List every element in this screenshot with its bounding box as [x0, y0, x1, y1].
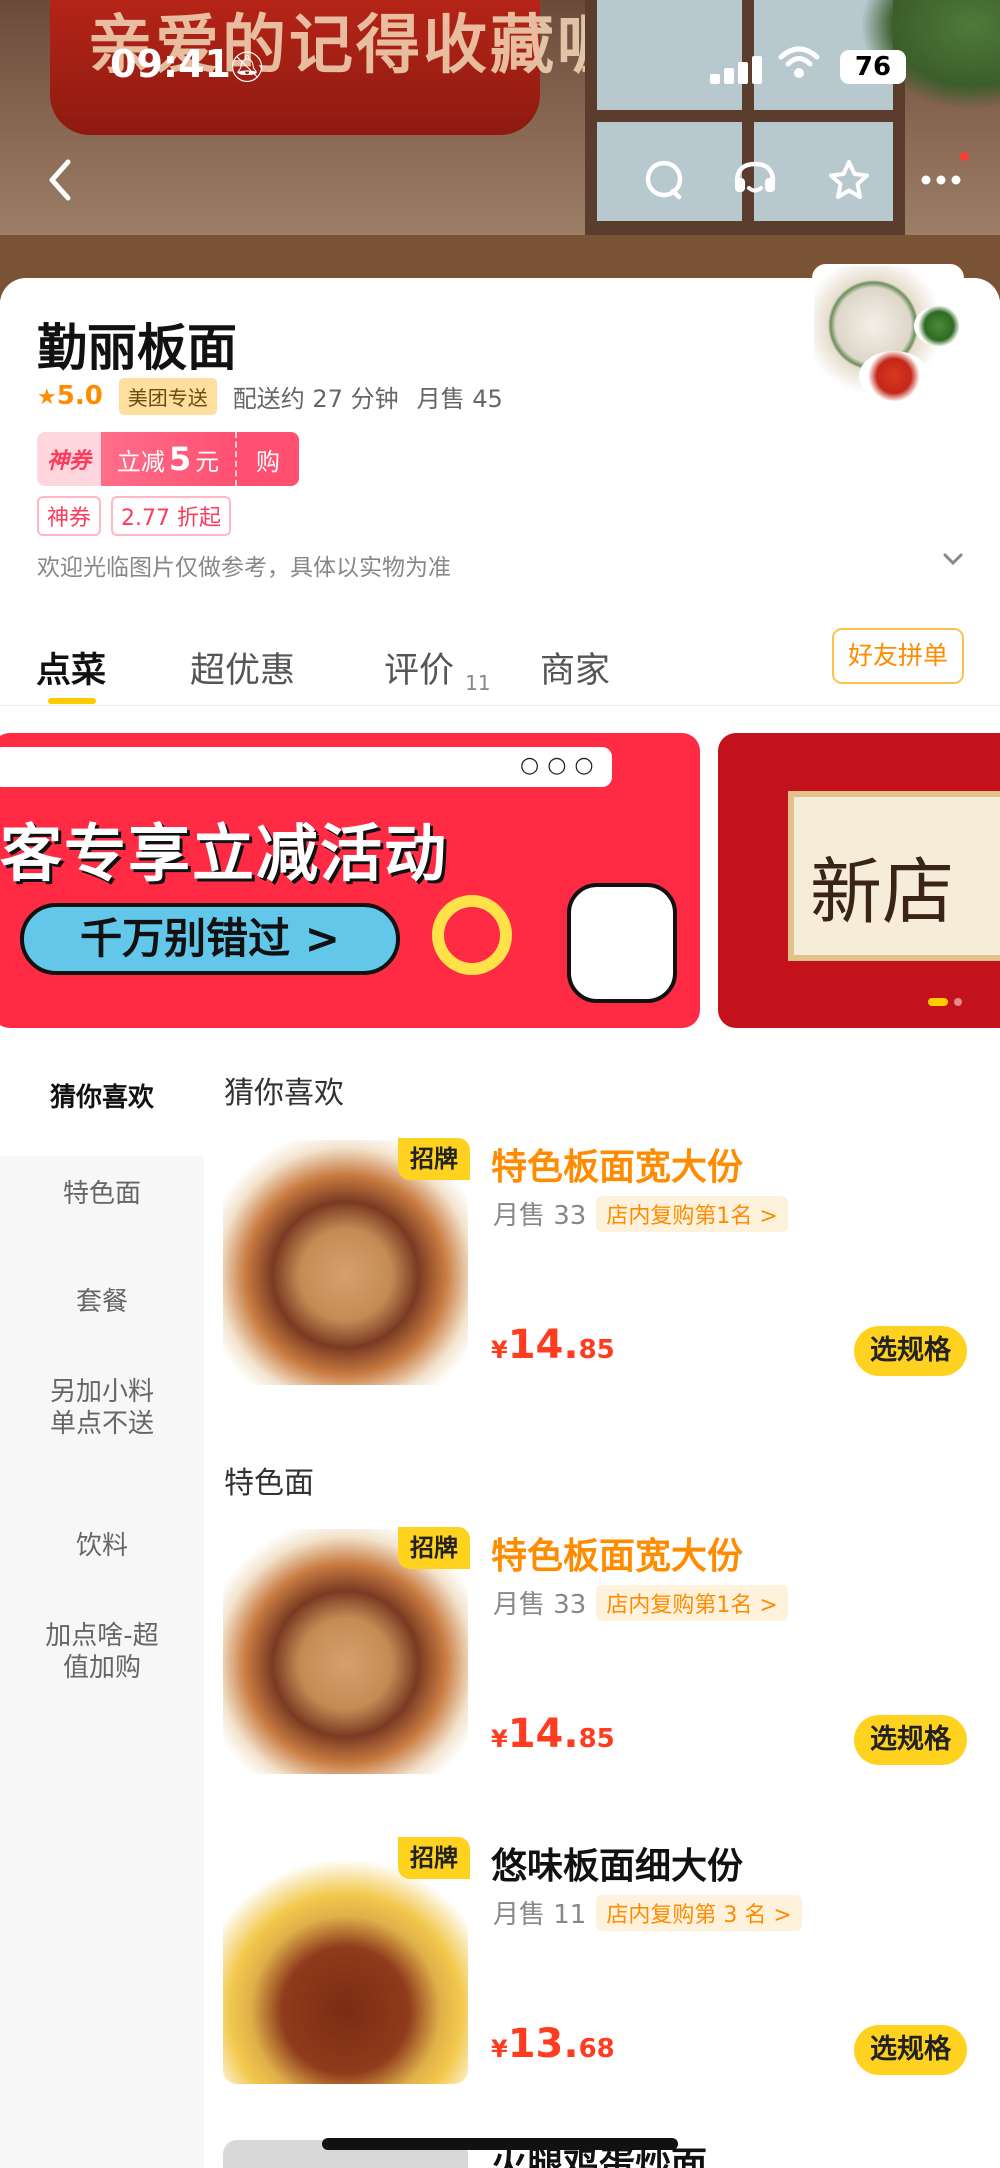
rating-value: 5.0 — [56, 381, 103, 411]
store-thumbnail[interactable] — [812, 264, 964, 416]
dish-card[interactable]: 招牌 特色板面宽大份 月售 33 店内复购第1名 > ¥14.85 选规格 — [223, 1138, 983, 1385]
promo-banner-new-store[interactable]: 新店 — [718, 733, 1000, 1028]
category-sidebar: 猜你喜欢 特色面 套餐 另加小料 单点不送 饮料 加点啥-超 值加购 — [0, 1058, 204, 2168]
star-icon: ★ — [37, 385, 57, 410]
sidebar-item-combos[interactable]: 套餐 — [0, 1264, 204, 1370]
carousel-indicator-active — [928, 998, 948, 1006]
sidebar-item-special-noodles[interactable]: 特色面 — [0, 1156, 204, 1264]
signature-badge: 招牌 — [398, 1837, 470, 1879]
signature-badge: 招牌 — [398, 1527, 470, 1569]
signal-icon — [710, 54, 764, 84]
dish-sales: 月售 33 店内复购第1名 > — [493, 1195, 788, 1232]
status-bar: 09:41 🔕︎ 76 — [0, 0, 1000, 135]
promo-button[interactable]: 千万别错过 > — [20, 903, 400, 975]
price-currency: ¥ — [491, 1725, 508, 1753]
customer-service-icon[interactable] — [728, 150, 782, 210]
dish-name: 特色板面宽大份 — [491, 1147, 744, 1188]
coupon-label: 神券 — [37, 432, 101, 486]
delivery-tag: 美团专送 — [118, 377, 217, 415]
coupon-buy-button[interactable]: 购 — [235, 432, 299, 486]
promo-window-dots: ○○○ — [520, 753, 602, 778]
tab-reviews-label: 评价 — [384, 651, 455, 691]
dish-price: ¥13.68 — [491, 2021, 615, 2067]
select-spec-button[interactable]: 选规格 — [854, 2025, 967, 2075]
tab-order[interactable]: 点菜 — [36, 636, 106, 706]
price-currency: ¥ — [491, 2035, 508, 2063]
dish-sold-count: 月售 33 — [493, 1201, 587, 1231]
price-integer: 14. — [507, 1322, 579, 1368]
carousel-indicator — [954, 998, 962, 1006]
store-rating: ★5.0 — [37, 381, 103, 411]
section-title: 猜你喜欢 — [224, 1076, 344, 1111]
dish-name: 悠味板面细大份 — [491, 1846, 744, 1887]
promo-title: 新店 — [810, 850, 955, 934]
more-icon[interactable] — [916, 150, 966, 210]
notification-dot — [960, 152, 969, 161]
search-icon[interactable] — [640, 150, 690, 210]
store-meta: ★5.0 美团专送 配送约 27 分钟 月售 45 — [37, 377, 521, 415]
price-decimal: 68 — [578, 2034, 615, 2064]
select-spec-button[interactable]: 选规格 — [854, 1715, 967, 1765]
back-icon[interactable] — [40, 150, 80, 210]
price-currency: ¥ — [491, 1336, 508, 1364]
hand-icon — [567, 883, 677, 1003]
status-time: 09:41 — [110, 42, 231, 86]
sidebar-item-extras[interactable]: 另加小料 单点不送 — [0, 1370, 204, 1502]
coupon-value: 5 — [168, 440, 192, 478]
delivery-time: 配送约 27 分钟 — [232, 384, 399, 413]
select-spec-button[interactable]: 选规格 — [854, 1326, 967, 1376]
favorite-star-icon[interactable] — [824, 150, 874, 210]
coupon-unit: 元 — [195, 447, 220, 476]
dish-sold-count: 月售 33 — [493, 1590, 587, 1620]
tab-underline — [48, 698, 96, 704]
store-notice: 欢迎光临图片仅做参考，具体以实物为准 — [37, 555, 451, 581]
store-page: 亲爱的记得收藏喔 09:41 🔕︎ 76 勤丽板面 ★5.0 美团专送 配送约 … — [0, 0, 1000, 2168]
silent-bell-icon: 🔕︎ — [228, 50, 267, 85]
price-decimal: 85 — [578, 1724, 615, 1754]
price-decimal: 85 — [578, 1335, 615, 1365]
dish-card[interactable]: 招牌 悠味板面细大份 月售 11 店内复购第 3 名 > ¥13.68 选规格 — [223, 1837, 983, 2084]
sidebar-item-recommended[interactable]: 猜你喜欢 — [0, 1058, 204, 1156]
dish-sales: 月售 11 店内复购第 3 名 > — [493, 1894, 802, 1931]
store-name: 勤丽板面 — [37, 319, 237, 377]
promo-tag: 2.77 折起 — [111, 496, 231, 536]
promo-tags: 神券 2.77 折起 — [37, 496, 231, 536]
coupon-amount: 立减 5 元 — [101, 432, 235, 486]
wifi-icon — [778, 44, 820, 90]
section-title: 特色面 — [224, 1466, 314, 1501]
dish-sold-count: 月售 11 — [493, 1900, 587, 1930]
repurchase-rank[interactable]: 店内复购第 3 名 > — [596, 1894, 802, 1931]
thumbnail-bowl — [914, 306, 962, 346]
home-indicator[interactable] — [322, 2138, 678, 2150]
tab-merchant[interactable]: 商家 — [540, 636, 610, 706]
friend-order-button[interactable]: 好友拼单 — [832, 628, 964, 684]
promo-title: 客专享立减活动 — [0, 817, 449, 890]
review-count: 11 — [465, 671, 491, 695]
thumbnail-chili — [859, 351, 929, 401]
coupon-banner[interactable]: 神券 立减 5 元 购 — [37, 432, 299, 486]
repurchase-rank[interactable]: 店内复购第1名 > — [596, 1584, 788, 1621]
dish-card[interactable]: 招牌 特色板面宽大份 月售 33 店内复购第1名 > ¥14.85 选规格 — [223, 1527, 983, 1774]
magnifier-icon — [432, 895, 512, 975]
dish-sales: 月售 33 店内复购第1名 > — [493, 1584, 788, 1621]
nav-bar — [0, 150, 1000, 210]
dish-price: ¥14.85 — [491, 1711, 615, 1757]
repurchase-rank[interactable]: 店内复购第1名 > — [596, 1195, 788, 1232]
sidebar-item-addons[interactable]: 加点啥-超 值加购 — [0, 1606, 204, 1746]
sidebar-item-drinks[interactable]: 饮料 — [0, 1502, 204, 1606]
price-integer: 14. — [507, 1711, 579, 1757]
store-card: 勤丽板面 ★5.0 美团专送 配送约 27 分钟 月售 45 神券 立减 5 元 购… — [0, 264, 1000, 2168]
tab-deals[interactable]: 超优惠 — [190, 636, 295, 706]
coupon-text: 立减 — [116, 447, 165, 476]
chevron-down-icon[interactable] — [942, 544, 964, 572]
monthly-sales: 月售 45 — [416, 384, 503, 413]
dish-name: 特色板面宽大份 — [491, 1536, 744, 1577]
dish-price: ¥14.85 — [491, 1322, 615, 1368]
promo-tag: 神券 — [37, 496, 102, 536]
promo-banner-new-customer[interactable]: ○○○ 客专享立减活动 千万别错过 > — [0, 733, 700, 1028]
tab-reviews[interactable]: 评价 11 — [384, 636, 491, 706]
battery-icon: 76 — [840, 50, 906, 84]
price-integer: 13. — [507, 2021, 579, 2067]
signature-badge: 招牌 — [398, 1138, 470, 1180]
